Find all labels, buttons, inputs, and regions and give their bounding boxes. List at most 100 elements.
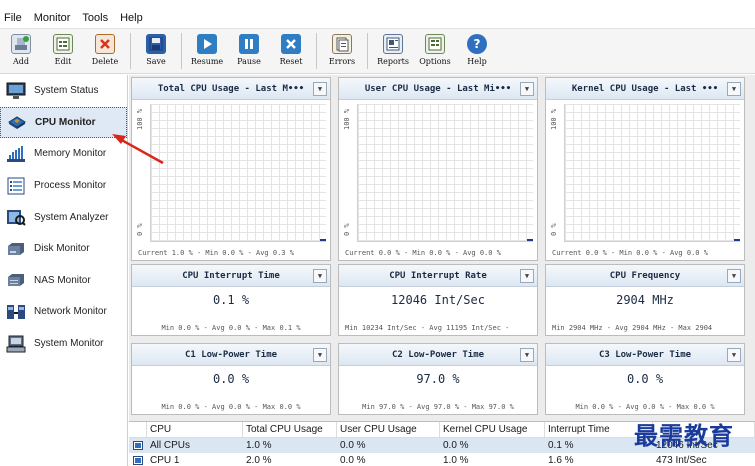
chevron-down-icon[interactable]: ▼ bbox=[520, 269, 534, 283]
sidebar-item-memory-monitor[interactable]: Memory Monitor bbox=[0, 138, 127, 170]
chevron-down-icon[interactable]: ▼ bbox=[727, 269, 741, 283]
table-header-cell[interactable]: Kernel CPU Usage bbox=[440, 421, 545, 438]
sidebar-item-label: NAS Monitor bbox=[34, 274, 91, 286]
sidebar-item-label: CPU Monitor bbox=[35, 116, 96, 128]
y-axis-bottom-label: 0 % bbox=[550, 223, 558, 236]
save-button[interactable]: Save bbox=[135, 29, 177, 73]
chevron-down-icon[interactable]: ▼ bbox=[727, 82, 741, 96]
panel-header: Total CPU Usage - Last M••• ▼ bbox=[132, 78, 330, 100]
chevron-down-icon[interactable]: ▼ bbox=[313, 82, 327, 96]
sidebar-item-system-status[interactable]: System Status bbox=[0, 75, 127, 107]
reset-button[interactable]: Reset bbox=[270, 29, 312, 73]
chevron-down-icon[interactable]: ▼ bbox=[313, 348, 327, 362]
nas-icon bbox=[6, 271, 26, 289]
watermark-logo: 最需教育 bbox=[634, 421, 734, 450]
sidebar-item-label: Disk Monitor bbox=[34, 243, 90, 255]
cpu-chip-icon bbox=[129, 456, 147, 465]
sidebar-item-label: System Status bbox=[34, 85, 99, 97]
add-button[interactable]: Add bbox=[0, 29, 42, 73]
y-axis-bottom-label: 0 % bbox=[343, 223, 351, 236]
graph-panel-kernel-cpu: Kernel CPU Usage - Last ••• ▼ 100 % 0 % … bbox=[545, 77, 745, 261]
panel-title: Kernel CPU Usage - Last ••• bbox=[571, 83, 719, 94]
panel-title: CPU Frequency bbox=[609, 270, 681, 281]
table-header-cell[interactable]: Total CPU Usage bbox=[243, 421, 337, 438]
menu-help[interactable]: Help bbox=[116, 12, 151, 24]
memory-icon bbox=[6, 145, 26, 163]
title-bar bbox=[0, 0, 755, 6]
table-cell: CPU 1 bbox=[150, 455, 180, 466]
panel-footer: Min 97.0 % - Avg 97.0 % - Max 97.0 % bbox=[362, 403, 514, 411]
process-icon bbox=[6, 177, 26, 195]
errors-label: Errors bbox=[328, 57, 356, 66]
table-header-cell bbox=[129, 421, 147, 438]
sidebar-item-system-monitor[interactable]: System Monitor bbox=[0, 328, 127, 360]
chevron-down-icon[interactable]: ▼ bbox=[520, 348, 534, 362]
options-icon bbox=[425, 34, 445, 54]
chevron-down-icon[interactable]: ▼ bbox=[520, 82, 534, 96]
sidebar-item-network-monitor[interactable]: Network Monitor bbox=[0, 296, 127, 328]
panel-footer: Min 0.0 % - Avg 0.0 % - Max 0.0 % bbox=[575, 403, 715, 411]
help-button[interactable]: ? Help bbox=[456, 29, 498, 73]
table-cell: 0.0 % bbox=[443, 440, 469, 451]
table-cell: 0.0 % bbox=[340, 440, 366, 451]
table-cell: 1.0 % bbox=[443, 455, 469, 466]
stat-value: 0.0 % bbox=[212, 372, 250, 386]
help-icon: ? bbox=[467, 34, 487, 54]
stat-panel-c1-low-power: C1 Low-Power Time ▼ 0.0 % Min 0.0 % - Av… bbox=[131, 343, 331, 415]
menu-monitor[interactable]: Monitor bbox=[30, 12, 79, 24]
table-header-cell[interactable]: CPU bbox=[147, 421, 243, 438]
table-header-cell[interactable]: User CPU Usage bbox=[337, 421, 440, 438]
main-panel: Total CPU Usage - Last M••• ▼ 100 % 0 % … bbox=[129, 75, 755, 466]
graph-area bbox=[357, 104, 533, 242]
panel-header: C3 Low-Power Time ▼ bbox=[546, 344, 744, 366]
sidebar-item-label: Process Monitor bbox=[34, 180, 107, 192]
chevron-down-icon[interactable]: ▼ bbox=[313, 269, 327, 283]
panel-title: Total CPU Usage - Last M••• bbox=[157, 83, 305, 94]
sidebar-item-system-analyzer[interactable]: System Analyzer bbox=[0, 201, 127, 233]
reset-label: Reset bbox=[279, 57, 303, 66]
pause-button[interactable]: Pause bbox=[228, 29, 270, 73]
menu-file[interactable]: File bbox=[0, 12, 30, 24]
panel-header: CPU Interrupt Rate ▼ bbox=[339, 265, 537, 287]
graph-line bbox=[734, 239, 740, 241]
resume-button[interactable]: Resume bbox=[186, 29, 228, 73]
chevron-down-icon[interactable]: ▼ bbox=[727, 348, 741, 362]
edit-button[interactable]: Edit bbox=[42, 29, 84, 73]
panel-title: CPU Interrupt Time bbox=[182, 270, 280, 281]
graph-area bbox=[150, 104, 326, 242]
stat-panel-interrupt-time: CPU Interrupt Time ▼ 0.1 % Min 0.0 % - A… bbox=[131, 264, 331, 336]
edit-icon bbox=[53, 34, 73, 54]
sidebar-item-nas-monitor[interactable]: NAS Monitor bbox=[0, 265, 127, 297]
y-axis-top-label: 100 % bbox=[343, 108, 351, 130]
add-icon bbox=[11, 34, 31, 54]
panel-header: CPU Frequency ▼ bbox=[546, 265, 744, 287]
sidebar: System Status CPU Monitor Memory Monitor… bbox=[0, 75, 128, 466]
options-button[interactable]: Options bbox=[414, 29, 456, 73]
cpu-chip-icon bbox=[129, 441, 147, 450]
panel-footer: Min 10234 Int/Sec - Avg 11195 Int/Sec - bbox=[345, 324, 510, 332]
network-icon bbox=[6, 303, 26, 321]
sidebar-item-cpu-monitor[interactable]: CPU Monitor bbox=[0, 106, 127, 139]
table-cell: 473 Int/Sec bbox=[656, 455, 707, 466]
reset-icon bbox=[281, 34, 301, 54]
toolbar-separator bbox=[316, 33, 317, 69]
table-cell: 1.0 % bbox=[246, 440, 272, 451]
panel-header: User CPU Usage - Last Mi••• ▼ bbox=[339, 78, 537, 100]
reports-icon bbox=[383, 34, 403, 54]
delete-button[interactable]: Delete bbox=[84, 29, 126, 73]
graph-area bbox=[564, 104, 740, 242]
sidebar-item-process-monitor[interactable]: Process Monitor bbox=[0, 170, 127, 202]
table-cell: 0.0 % bbox=[340, 455, 366, 466]
sidebar-item-disk-monitor[interactable]: Disk Monitor bbox=[0, 233, 127, 265]
graph-panel-total-cpu: Total CPU Usage - Last M••• ▼ 100 % 0 % … bbox=[131, 77, 331, 261]
stat-panel-c2-low-power: C2 Low-Power Time ▼ 97.0 % Min 97.0 % - … bbox=[338, 343, 538, 415]
table-row[interactable]: CPU 1 2.0 % 0.0 % 1.0 % 1.6 % 473 Int/Se… bbox=[129, 453, 755, 466]
y-axis-top-label: 100 % bbox=[550, 108, 558, 130]
system-monitor-icon bbox=[6, 335, 26, 353]
reports-button[interactable]: Reports bbox=[372, 29, 414, 73]
table-cell: All CPUs bbox=[150, 440, 191, 451]
menu-tools[interactable]: Tools bbox=[78, 12, 116, 24]
delete-icon bbox=[95, 34, 115, 54]
errors-button[interactable]: Errors bbox=[321, 29, 363, 73]
panel-header: CPU Interrupt Time ▼ bbox=[132, 265, 330, 287]
